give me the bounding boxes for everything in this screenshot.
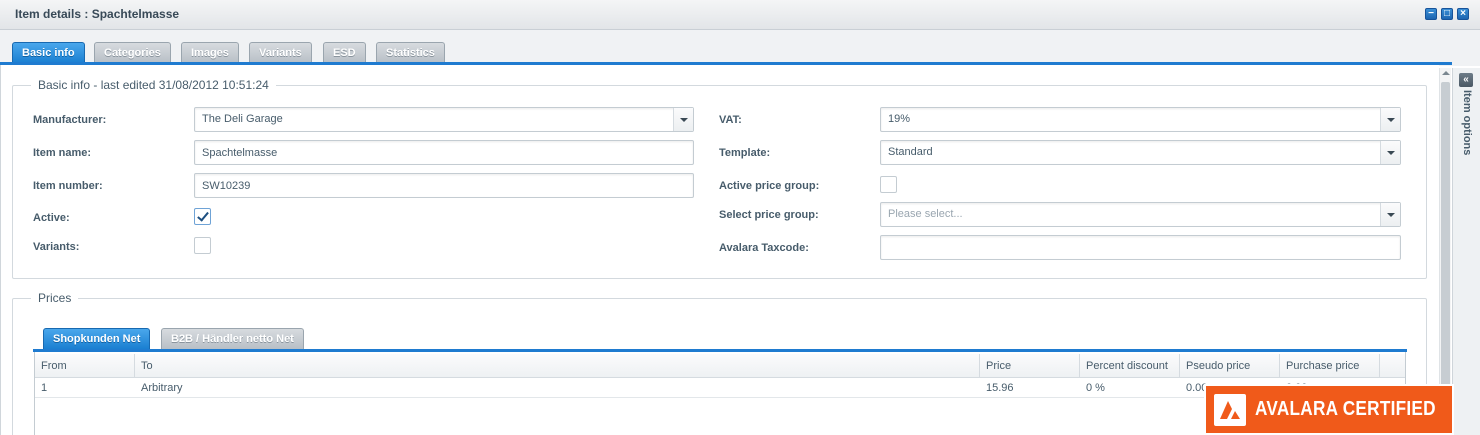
item-options-panel[interactable]: « Item options <box>1452 68 1480 435</box>
minimize-icon[interactable]: − <box>1425 8 1437 20</box>
vertical-scrollbar[interactable] <box>1439 68 1451 435</box>
select-price-group-combo[interactable]: Please select... <box>880 202 1401 227</box>
item-number-label: Item number: <box>33 180 103 192</box>
cell-percent-discount: 0 % <box>1086 382 1105 394</box>
select-price-group-label: Select price group: <box>719 209 819 221</box>
variants-checkbox[interactable] <box>194 237 211 254</box>
cell-price: 15.96 <box>986 382 1014 394</box>
minimize-glyph: − <box>1428 8 1434 19</box>
tab-images[interactable]: Images <box>181 42 239 63</box>
vat-label: VAT: <box>719 114 742 126</box>
chevron-down-icon[interactable] <box>673 108 693 131</box>
active-label: Active: <box>33 212 70 224</box>
tab-b2b-haendler-net[interactable]: B2B / Händler netto Net <box>161 328 304 349</box>
avalara-certified-badge: AVALARA CERTIFIED <box>1204 384 1454 435</box>
select-price-group-placeholder: Please select... <box>888 208 963 220</box>
vat-combo[interactable]: 19% <box>880 107 1401 132</box>
tab-esd[interactable]: ESD <box>323 42 366 63</box>
window-title: Item details : Spachtelmasse <box>15 7 180 21</box>
item-number-input[interactable] <box>194 173 694 198</box>
col-pseudo-price[interactable]: Pseudo price <box>1180 354 1280 378</box>
template-combo[interactable]: Standard <box>880 140 1401 165</box>
active-price-group-label: Active price group: <box>719 180 820 192</box>
maximize-glyph: □ <box>1443 8 1451 19</box>
table-row[interactable]: 1 Arbitrary 15.96 0 % 0.00 0.00 <box>35 378 1405 398</box>
item-options-label[interactable]: Item options <box>1461 90 1473 155</box>
cell-to: Arbitrary <box>141 382 183 394</box>
chevron-down-icon[interactable] <box>1380 141 1400 164</box>
tab-basic-info[interactable]: Basic info <box>12 42 85 63</box>
variants-label: Variants: <box>33 241 80 253</box>
maximize-icon[interactable]: □ <box>1441 8 1453 20</box>
close-icon[interactable]: × <box>1457 8 1469 20</box>
tab-statistics[interactable]: Statistics <box>376 42 445 63</box>
template-label: Template: <box>719 147 771 159</box>
template-value: Standard <box>888 146 933 158</box>
item-name-input[interactable] <box>194 140 694 165</box>
avalara-taxcode-label: Avalara Taxcode: <box>719 242 809 254</box>
tab-categories[interactable]: Categories <box>94 42 171 63</box>
avalara-logo-icon <box>1214 394 1246 426</box>
tab-shopkunden-net[interactable]: Shopkunden Net <box>43 328 151 349</box>
close-glyph: × <box>1460 8 1466 19</box>
chevron-down-icon[interactable] <box>1380 203 1400 226</box>
manufacturer-label: Manufacturer: <box>33 114 107 126</box>
collapse-glyph: « <box>1463 74 1469 85</box>
main-tabstrip: Basic info Categories Images Variants ES… <box>0 30 1480 66</box>
active-checkbox[interactable] <box>194 208 211 225</box>
vat-value: 19% <box>888 113 911 125</box>
scroll-up-icon[interactable] <box>1442 71 1450 75</box>
col-purchase-price[interactable]: Purchase price <box>1280 354 1380 378</box>
avalara-certified-text: AVALARA CERTIFIED <box>1255 398 1436 420</box>
cell-from: 1 <box>41 382 48 394</box>
chevron-down-icon[interactable] <box>1380 108 1400 131</box>
price-grid: From To Price Percent discount Pseudo pr… <box>34 352 1406 435</box>
col-to[interactable]: To <box>135 354 980 378</box>
col-price[interactable]: Price <box>980 354 1080 378</box>
basic-info-legend: Basic info - last edited 31/08/2012 10:5… <box>31 78 276 92</box>
tab-variants[interactable]: Variants <box>249 42 312 63</box>
prices-legend: Prices <box>31 291 79 305</box>
manufacturer-combo[interactable]: The Deli Garage <box>194 107 694 132</box>
item-name-label: Item name: <box>33 147 92 159</box>
col-from[interactable]: From <box>35 354 135 378</box>
col-percent-discount[interactable]: Percent discount <box>1080 354 1180 378</box>
manufacturer-value: The Deli Garage <box>202 113 283 125</box>
avalara-taxcode-input[interactable] <box>880 235 1401 260</box>
window-titlebar: Item details : Spachtelmasse − □ × <box>0 0 1480 30</box>
grid-header: From To Price Percent discount Pseudo pr… <box>35 354 1405 378</box>
collapse-icon[interactable]: « <box>1459 73 1473 87</box>
active-price-group-checkbox[interactable] <box>880 176 897 193</box>
scroll-thumb[interactable] <box>1441 82 1450 435</box>
